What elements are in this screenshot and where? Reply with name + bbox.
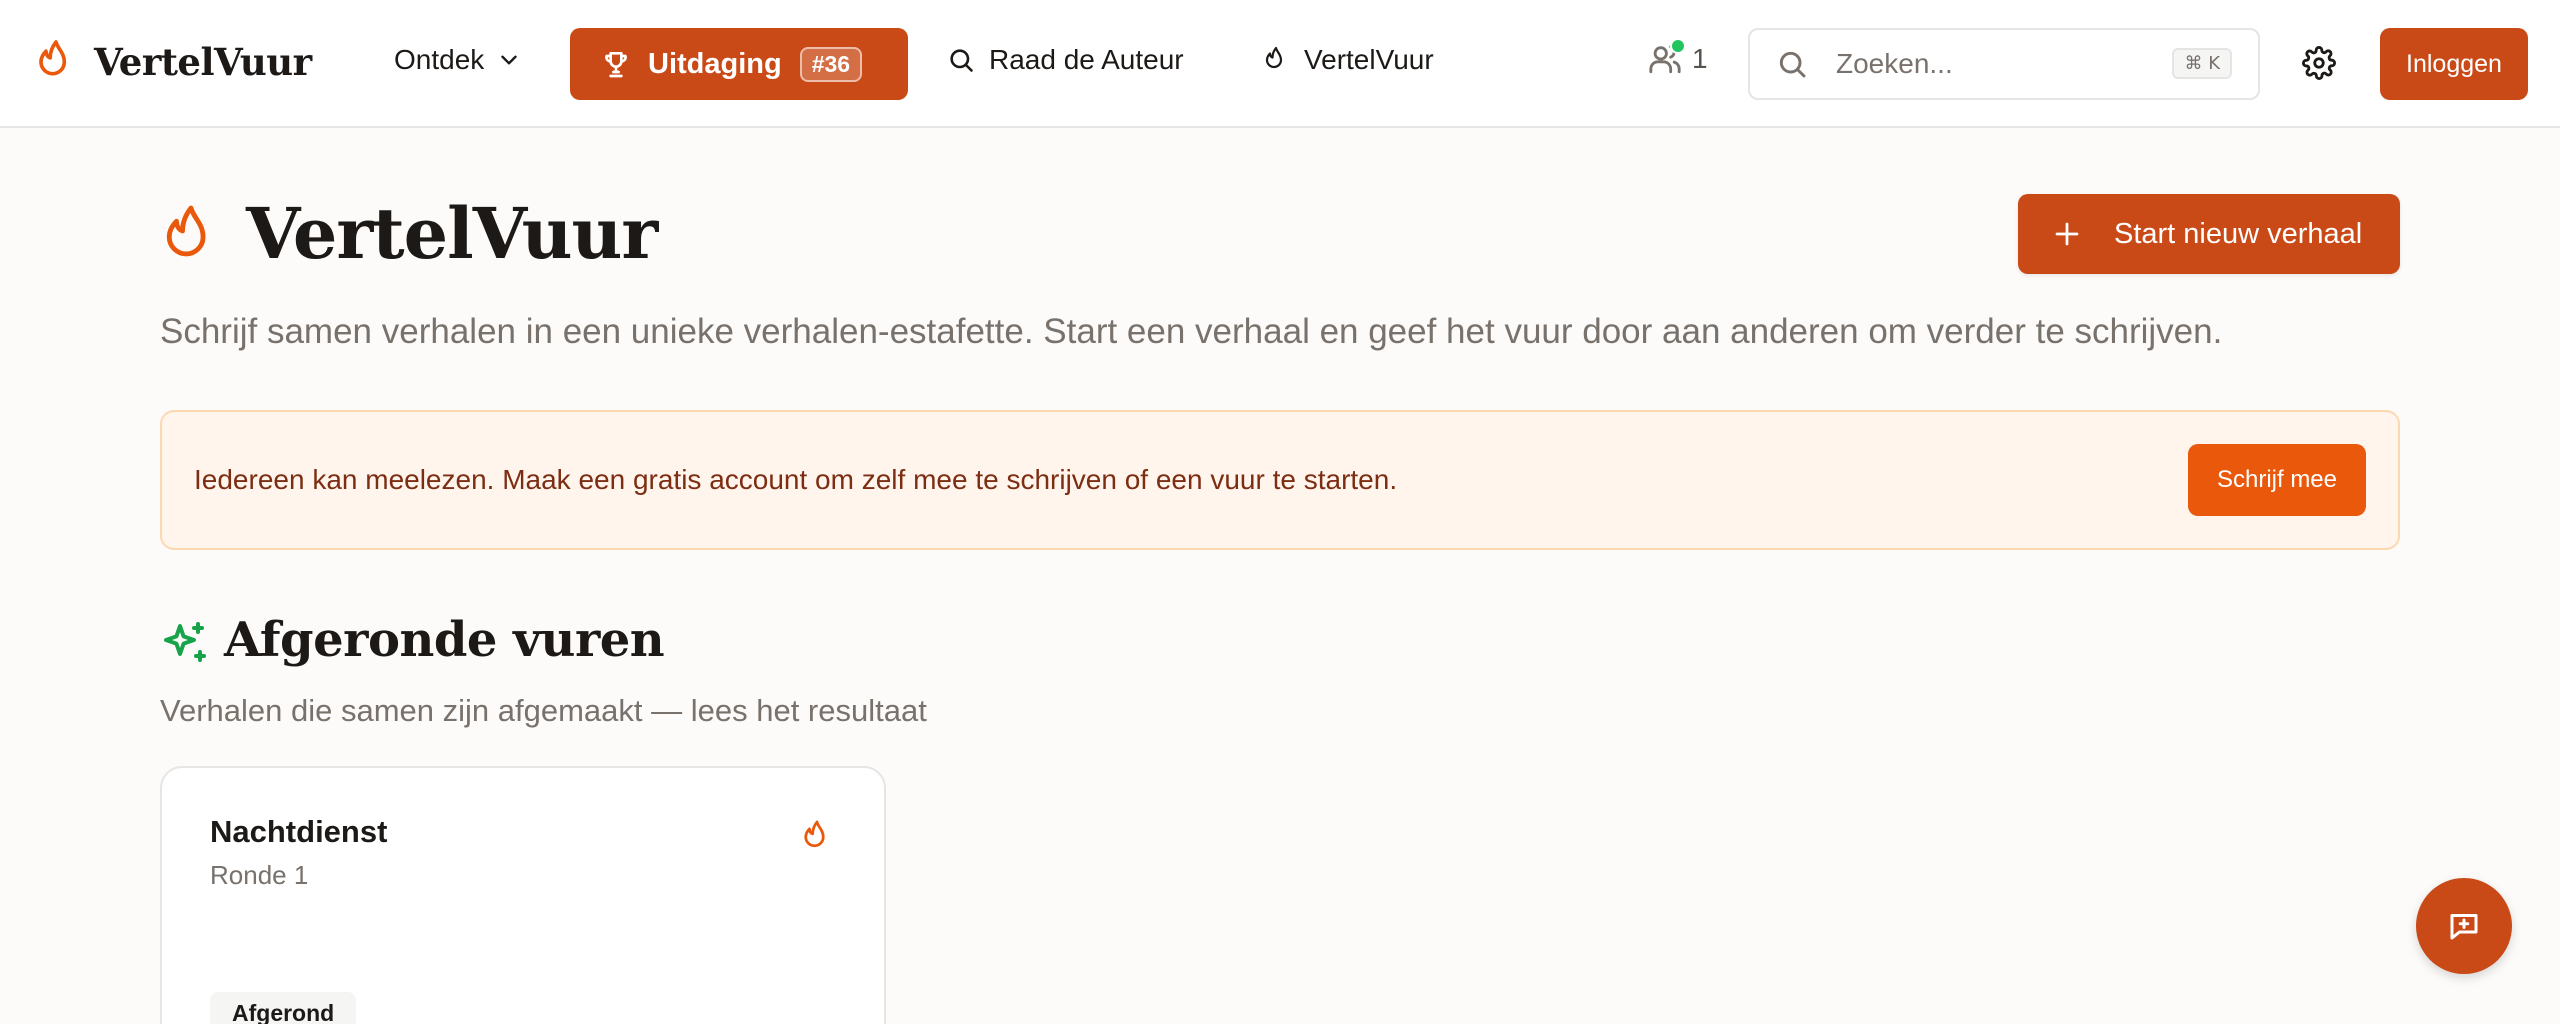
plus-icon bbox=[2055, 222, 2079, 246]
settings-button[interactable] bbox=[2302, 46, 2336, 80]
flame-icon bbox=[39, 40, 67, 76]
brand-logo[interactable]: VertelVuur bbox=[36, 38, 312, 86]
nav-raad-label: Raad de Auteur bbox=[989, 44, 1184, 75]
challenge-number-badge: #36 bbox=[799, 46, 863, 82]
online-users-icon-wrap bbox=[1648, 38, 1686, 76]
search-icon bbox=[1779, 51, 1806, 78]
nav-ontdek-label: Ontdek bbox=[394, 44, 485, 75]
nav-vertelvuur-label: VertelVuur bbox=[1304, 44, 1434, 75]
story-card[interactable]: Nachtdienst Ronde 1 Afgerond bbox=[160, 766, 886, 1024]
nav-uitdaging-label: Uitdaging bbox=[648, 47, 782, 80]
story-card-title: Nachtdienst bbox=[210, 814, 388, 849]
sparkles-icon bbox=[164, 622, 206, 662]
nav-ontdek-dropdown[interactable]: Ontdek bbox=[394, 44, 522, 76]
start-new-story-label: Start nieuw verhaal bbox=[2114, 217, 2363, 250]
online-users-indicator[interactable]: 1 bbox=[1648, 38, 1708, 76]
search-bar[interactable]: ⌘ K bbox=[1748, 28, 2260, 100]
flame-icon bbox=[166, 205, 206, 257]
nav-uitdaging-button[interactable]: Uitdaging #36 bbox=[570, 28, 908, 100]
section-title: Afgeronde vuren bbox=[224, 612, 665, 668]
online-users-count: 1 bbox=[1692, 43, 1708, 74]
join-writing-button[interactable]: Schrijf mee bbox=[2188, 444, 2366, 516]
online-status-dot bbox=[1670, 38, 1686, 54]
message-plus-icon bbox=[2450, 914, 2478, 940]
flame-icon bbox=[804, 820, 825, 848]
nav-raad-de-auteur[interactable]: Raad de Auteur bbox=[947, 44, 1184, 76]
section-subtitle: Verhalen die samen zijn afgemaakt — lees… bbox=[160, 693, 927, 728]
signup-info-banner: Iedereen kan meelezen. Maak een gratis a… bbox=[160, 410, 2400, 550]
gear-icon bbox=[2302, 46, 2336, 80]
feedback-button[interactable] bbox=[2416, 878, 2512, 974]
search-icon bbox=[950, 49, 973, 72]
page-title: VertelVuur bbox=[246, 192, 658, 275]
chevron-down-icon bbox=[501, 55, 517, 65]
brand-name: VertelVuur bbox=[94, 40, 312, 84]
status-badge: Afgerond bbox=[210, 992, 357, 1024]
login-button[interactable]: Inloggen bbox=[2380, 28, 2528, 100]
nav-vertelvuur[interactable]: VertelVuur bbox=[1262, 44, 1434, 76]
story-card-round: Ronde 1 bbox=[210, 860, 309, 890]
flame-icon bbox=[1265, 46, 1283, 69]
search-shortcut-hint: ⌘ K bbox=[2172, 48, 2232, 79]
banner-text: Iedereen kan meelezen. Maak een gratis a… bbox=[194, 464, 1398, 495]
trophy-icon bbox=[605, 52, 627, 78]
top-navigation-bar: VertelVuur Ontdek Uitdaging #36 Raad de … bbox=[0, 0, 2560, 128]
start-new-story-button[interactable]: Start nieuw verhaal bbox=[2018, 194, 2400, 274]
search-input[interactable] bbox=[1836, 48, 2156, 80]
page-subtitle: Schrijf samen verhalen in een unieke ver… bbox=[160, 312, 2223, 351]
